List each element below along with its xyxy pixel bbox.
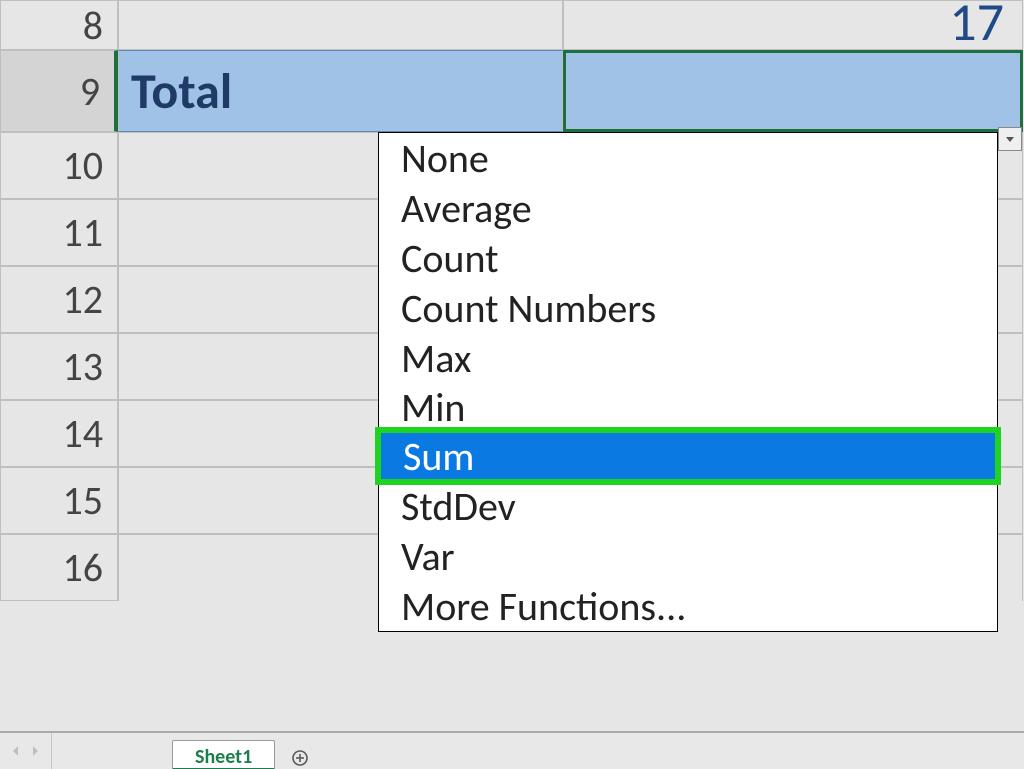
row-number: 11: [62, 208, 103, 257]
row-number: 14: [62, 409, 103, 458]
row-9: 9 Total: [0, 50, 1024, 132]
total-label: Total: [131, 61, 232, 122]
row-number: 8: [83, 1, 103, 50]
sheet-tab-bar: Sheet1: [0, 731, 1024, 769]
row-number: 15: [62, 476, 103, 525]
row-header-14[interactable]: 14: [0, 400, 118, 467]
total-function-dropdown-button[interactable]: [998, 127, 1022, 151]
row-header-11[interactable]: 11: [0, 199, 118, 266]
total-function-dropdown-menu[interactable]: None Average Count Count Numbers Max Min…: [378, 132, 998, 632]
dropdown-item-label: More Functions...: [401, 582, 686, 631]
row-header-12[interactable]: 12: [0, 266, 118, 333]
cell-c8[interactable]: 17: [563, 0, 1023, 50]
row-header-10[interactable]: 10: [0, 132, 118, 199]
cell-c9-active[interactable]: [563, 50, 1023, 132]
add-sheet-button[interactable]: [283, 743, 317, 769]
chevron-left-icon: [12, 745, 20, 757]
row-number: 12: [62, 275, 103, 324]
dropdown-item-sum[interactable]: Sum: [379, 431, 997, 481]
dropdown-item-label: Average: [401, 184, 532, 233]
dropdown-item-label: Sum: [403, 432, 474, 481]
row-number: 10: [62, 141, 103, 190]
dropdown-item-label: Max: [401, 334, 471, 383]
sheet-tab-sheet1[interactable]: Sheet1: [172, 740, 275, 769]
dropdown-item-average[interactable]: Average: [379, 183, 997, 233]
dropdown-item-label: Count Numbers: [401, 284, 656, 333]
row-8: 8 17: [0, 0, 1024, 50]
plus-circle-icon: [291, 749, 309, 767]
row-header-9[interactable]: 9: [0, 50, 118, 132]
row-header-13[interactable]: 13: [0, 333, 118, 400]
chevron-down-icon: [1005, 134, 1015, 144]
cell-b8[interactable]: [118, 0, 563, 50]
row-header-16[interactable]: 16: [0, 534, 118, 601]
dropdown-item-max[interactable]: Max: [379, 333, 997, 383]
dropdown-item-none[interactable]: None: [379, 133, 997, 183]
sheet-nav-buttons[interactable]: [0, 733, 52, 769]
dropdown-item-label: None: [401, 134, 489, 183]
row-header-15[interactable]: 15: [0, 467, 118, 534]
dropdown-item-min[interactable]: Min: [379, 383, 997, 431]
dropdown-item-count[interactable]: Count: [379, 233, 997, 283]
row-number: 16: [62, 543, 103, 592]
dropdown-item-more-functions[interactable]: More Functions...: [379, 581, 997, 631]
dropdown-item-label: Count: [401, 234, 498, 283]
dropdown-item-var[interactable]: Var: [379, 531, 997, 581]
chevron-right-icon: [31, 745, 39, 757]
row-number: 9: [80, 67, 100, 116]
row-number: 13: [62, 342, 103, 391]
dropdown-item-label: Min: [401, 383, 465, 432]
row-header-8[interactable]: 8: [0, 0, 118, 50]
cell-b9-total[interactable]: Total: [118, 50, 563, 132]
dropdown-item-stddev[interactable]: StdDev: [379, 481, 997, 531]
dropdown-item-label: StdDev: [401, 482, 516, 531]
sheet-tab-label: Sheet1: [195, 745, 252, 769]
dropdown-item-label: Var: [401, 532, 455, 581]
cell-c8-value: 17: [949, 0, 1004, 55]
dropdown-item-count-numbers[interactable]: Count Numbers: [379, 283, 997, 333]
